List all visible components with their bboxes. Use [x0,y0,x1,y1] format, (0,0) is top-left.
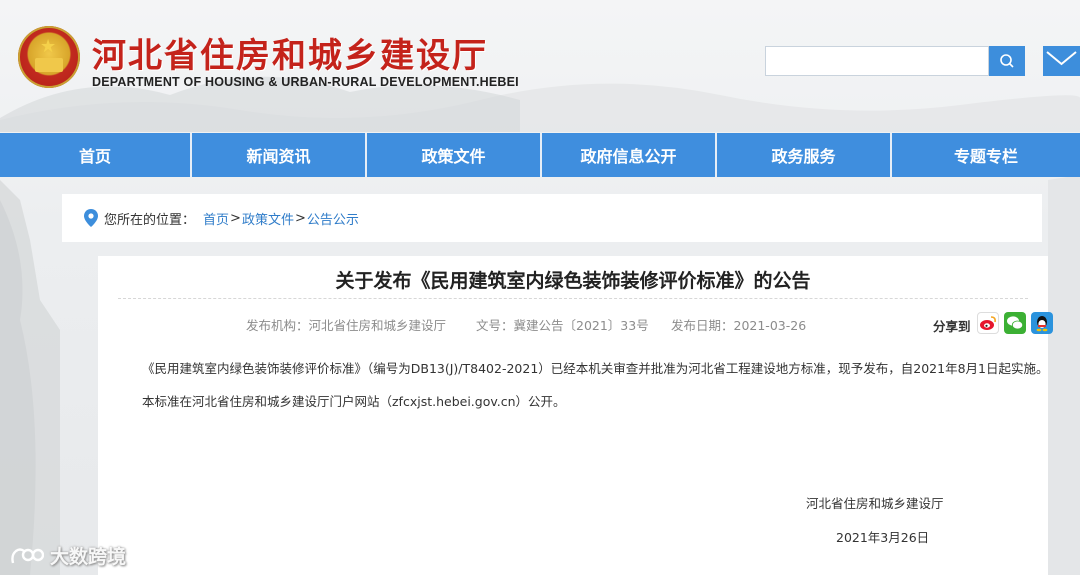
nav-item-news[interactable]: 新闻资讯 [192,133,367,177]
nav-item-gov-info[interactable]: 政府信息公开 [542,133,717,177]
mail-icon [1046,51,1077,71]
article-title: 关于发布《民用建筑室内绿色装饰装修评价标准》的公告 [335,270,811,292]
qq-icon[interactable] [1031,312,1053,334]
meta-publisher: 发布机构：河北省住房和城乡建设厅 [246,318,447,333]
breadcrumb-prefix: 您所在的位置： [104,212,196,228]
weibo-icon[interactable] [977,312,999,334]
share-label: 分享到 [933,319,971,334]
site-title-cn: 河北省住房和城乡建设厅 [92,36,488,76]
nav-item-topics[interactable]: 专题专栏 [892,133,1080,177]
emblem-icon: ★ [18,26,80,88]
article-panel: 关于发布《民用建筑室内绿色装饰装修评价标准》的公告 发布机构：河北省住房和城乡建… [98,256,1053,575]
breadcrumb-link-policy[interactable]: 政策文件 [242,209,294,228]
wechat-icon[interactable] [1004,312,1026,334]
nav-item-services[interactable]: 政务服务 [717,133,892,177]
paragraph-1: 《民用建筑室内绿色装饰装修评价标准》（编号为DB13(J)/T8402-2021… [142,361,1049,376]
watermark-logo-icon [11,547,44,563]
watermark-text: 大数跨境 [50,546,127,568]
main-nav: 首页 新闻资讯 政策文件 政府信息公开 政务服务 专题专栏 [0,133,1080,177]
search-icon [1000,54,1014,68]
watermark: 大数跨境 [10,542,126,569]
signature-org: 河北省住房和城乡建设厅 [806,496,944,511]
breadcrumb-link-home[interactable]: 首页 [203,209,229,228]
search-input[interactable] [765,46,989,76]
mail-button[interactable] [1043,46,1080,76]
nav-item-home[interactable]: 首页 [0,133,192,177]
breadcrumb-separator: > [294,210,306,226]
breadcrumb-separator: > [230,210,241,226]
site-header: ★ 河北省住房和城乡建设厅 DEPARTMENT OF HOUSING & UR… [0,0,1080,132]
location-icon [84,209,98,227]
meta-date: 发布日期：2021-03-26 [671,318,807,333]
paragraph-2: 本标准在河北省住房和城乡建设厅门户网站（zfcxjst.hebei.gov.cn… [142,394,566,409]
nav-item-policy[interactable]: 政策文件 [367,133,542,177]
title-divider [118,298,1028,299]
breadcrumb-link-notices[interactable]: 公告公示 [307,209,359,228]
search-button[interactable] [989,46,1025,76]
signature-date: 2021年3月26日 [836,530,930,545]
breadcrumb: 您所在的位置： 首页 > 政策文件 > 公告公示 [62,194,1042,242]
meta-doc-number: 文号：冀建公告〔2021〕33号 [476,318,649,333]
site-title-en: DEPARTMENT OF HOUSING & URBAN-RURAL DEVE… [92,75,519,89]
